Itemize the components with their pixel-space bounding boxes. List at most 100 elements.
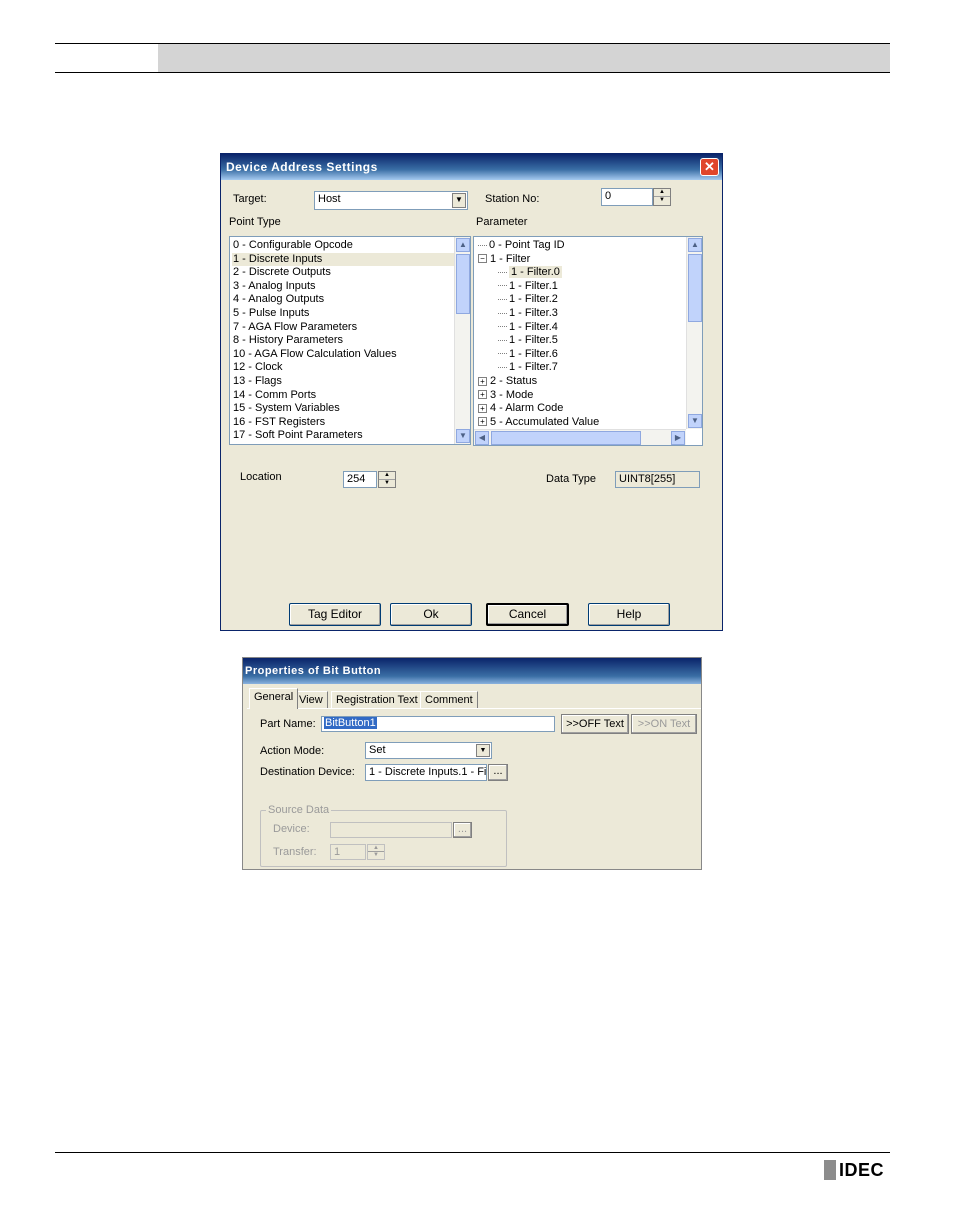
- off-text-button[interactable]: >>OFF Text: [561, 714, 629, 734]
- scroll-thumb[interactable]: [456, 254, 470, 314]
- target-combo[interactable]: Host ▼: [314, 191, 468, 210]
- point-type-item[interactable]: 5 - Pulse Inputs: [232, 307, 309, 321]
- part-name-input[interactable]: BitButton1: [321, 716, 555, 732]
- scroll-right-icon[interactable]: ▶: [671, 431, 685, 445]
- parameter-tree-item[interactable]: 1 - Filter.0: [498, 266, 562, 280]
- parameter-label-text: 5 - Accumulated Value: [490, 415, 600, 428]
- scroll-thumb[interactable]: [491, 431, 641, 445]
- point-type-item[interactable]: 7 - AGA Flow Parameters: [232, 321, 357, 335]
- device-address-settings-dialog: Device Address Settings ✕ Target: Host ▼…: [220, 153, 723, 631]
- spin-up-icon[interactable]: ▲: [654, 189, 670, 197]
- destination-input[interactable]: 1 - Discrete Inputs.1 - Filt: [365, 764, 487, 781]
- point-type-item[interactable]: 14 - Comm Ports: [232, 389, 316, 403]
- expand-icon[interactable]: +: [478, 390, 487, 400]
- target-label: Target:: [233, 193, 267, 205]
- cancel-button[interactable]: Cancel: [486, 603, 569, 626]
- parameter-tree-item[interactable]: 1 - Filter.6: [498, 348, 558, 362]
- parameter-tree-item[interactable]: 1 - Filter.7: [498, 361, 558, 375]
- parameter-tree-item[interactable]: 1 - Filter.3: [498, 307, 558, 321]
- scroll-up-icon[interactable]: ▲: [456, 238, 470, 252]
- parameter-tree-item[interactable]: 1 - Filter.5: [498, 334, 558, 348]
- point-type-item[interactable]: 3 - Analog Inputs: [232, 280, 316, 294]
- station-spinner[interactable]: ▲ ▼: [653, 188, 671, 206]
- parameter-label-text: 1 - Filter.4: [509, 320, 558, 333]
- expand-icon[interactable]: +: [478, 417, 487, 427]
- browse-destination-button[interactable]: ...: [488, 764, 508, 781]
- scroll-down-icon[interactable]: ▼: [456, 429, 470, 443]
- parameter-hscrollbar[interactable]: ◀ ▶: [474, 429, 686, 445]
- point-type-item[interactable]: 17 - Soft Point Parameters: [232, 429, 363, 443]
- parameter-tree-item[interactable]: 1 - Filter.1: [498, 280, 558, 294]
- tab-comment[interactable]: Comment: [420, 691, 478, 709]
- help-button[interactable]: Help: [588, 603, 670, 626]
- point-type-list[interactable]: 0 - Configurable Opcode 1 - Discrete Inpu…: [229, 236, 471, 445]
- dialog-title: Properties of Bit Button: [245, 665, 382, 677]
- bit-button-properties-dialog: Properties of Bit Button General View Re…: [242, 657, 702, 870]
- collapse-icon[interactable]: −: [478, 254, 487, 264]
- on-text-button[interactable]: >>ON Text: [631, 714, 697, 734]
- spin-down-icon[interactable]: ▼: [379, 480, 395, 488]
- logo-text: IDEC: [839, 1159, 885, 1180]
- tab-view[interactable]: View: [294, 691, 328, 709]
- action-mode-combo[interactable]: Set ▼: [365, 742, 492, 759]
- scroll-down-icon[interactable]: ▼: [688, 414, 702, 428]
- tab-general[interactable]: General: [249, 688, 299, 709]
- parameter-label-text: 1 - Filter.3: [509, 307, 558, 319]
- point-type-item[interactable]: 0 - Configurable Opcode: [232, 239, 353, 253]
- dialog-title-bar: Properties of Bit Button: [243, 658, 701, 684]
- parameter-label-text: 0 - Point Tag ID: [489, 239, 565, 251]
- parameter-tree-item[interactable]: +4 - Alarm Code: [478, 402, 563, 416]
- parameter-tree[interactable]: 0 - Point Tag ID −1 - Filter 1 - Filter.0 1…: [473, 236, 703, 446]
- spin-down-icon[interactable]: ▼: [654, 197, 670, 205]
- point-type-item[interactable]: 10 - AGA Flow Calculation Values: [232, 348, 397, 362]
- tree-connector: [498, 353, 507, 355]
- destination-label: Destination Device:: [260, 766, 355, 778]
- tag-editor-button[interactable]: Tag Editor: [289, 603, 381, 626]
- ok-button[interactable]: Ok: [390, 603, 472, 626]
- parameter-tree-item[interactable]: −1 - Filter: [478, 253, 530, 267]
- point-type-item[interactable]: 16 - FST Registers: [232, 416, 325, 430]
- parameter-label-text: 2 - Status: [490, 375, 538, 387]
- action-mode-label: Action Mode:: [260, 745, 325, 757]
- point-type-item[interactable]: 15 - System Variables: [232, 402, 340, 416]
- point-type-item[interactable]: 13 - Flags: [232, 375, 282, 389]
- point-type-item[interactable]: 2 - Discrete Outputs: [232, 266, 331, 280]
- point-type-scrollbar[interactable]: ▲ ▼: [454, 237, 470, 444]
- location-input[interactable]: 254: [343, 471, 377, 488]
- parameter-label-text: 3 - Mode: [490, 388, 534, 401]
- scroll-left-icon[interactable]: ◀: [475, 431, 489, 445]
- action-mode-value: Set: [369, 744, 386, 756]
- spin-up-icon[interactable]: ▲: [379, 472, 395, 480]
- parameter-label-text: 1 - Filter.6: [509, 347, 558, 360]
- tab-registration-text[interactable]: Registration Text: [331, 691, 423, 709]
- tree-connector: [498, 298, 507, 300]
- parameter-label-text: 1 - Filter.1: [509, 279, 558, 292]
- header-band: [158, 44, 890, 72]
- header-rule-bottom: [55, 72, 890, 73]
- tree-connector: [498, 339, 507, 341]
- parameter-tree-item[interactable]: 1 - Filter.4: [498, 321, 558, 335]
- expand-icon[interactable]: +: [478, 403, 487, 413]
- point-type-item[interactable]: 8 - History Parameters: [232, 334, 343, 348]
- chevron-down-icon[interactable]: ▼: [476, 744, 490, 757]
- location-spinner[interactable]: ▲ ▼: [378, 471, 396, 488]
- scroll-up-icon[interactable]: ▲: [688, 238, 702, 252]
- parameter-tree-item[interactable]: +5 - Accumulated Value: [478, 416, 599, 430]
- point-type-item[interactable]: 4 - Analog Outputs: [232, 293, 324, 307]
- station-input[interactable]: 0: [601, 188, 653, 206]
- target-value: Host: [318, 193, 341, 205]
- parameter-vscrollbar[interactable]: ▲ ▼: [686, 237, 702, 429]
- parameter-tree-item[interactable]: +2 - Status: [478, 375, 537, 389]
- browse-device-button: ...: [453, 822, 472, 838]
- station-label: Station No:: [485, 193, 540, 205]
- scroll-thumb[interactable]: [688, 254, 702, 322]
- parameter-tree-item[interactable]: +3 - Mode: [478, 389, 533, 403]
- chevron-down-icon[interactable]: ▼: [452, 193, 466, 208]
- parameter-tree-item[interactable]: 0 - Point Tag ID: [478, 239, 565, 253]
- expand-icon[interactable]: +: [478, 376, 487, 386]
- point-type-item[interactable]: 1 - Discrete Inputs: [232, 252, 454, 267]
- spin-down-icon: ▼: [373, 852, 379, 858]
- parameter-tree-item[interactable]: 1 - Filter.2: [498, 293, 558, 307]
- point-type-item[interactable]: 12 - Clock: [232, 361, 283, 375]
- close-icon[interactable]: ✕: [700, 158, 719, 176]
